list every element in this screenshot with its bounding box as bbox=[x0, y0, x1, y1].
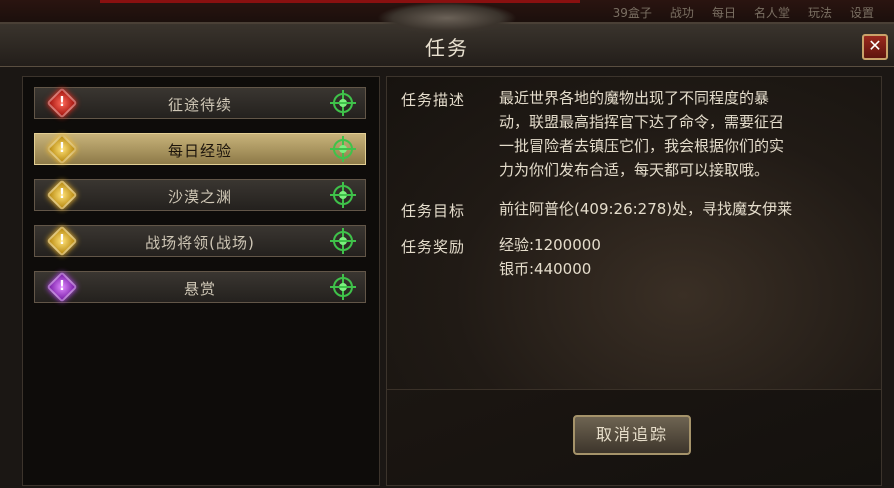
track-target-icon[interactable] bbox=[330, 274, 356, 300]
quest-item-label: 每日经验 bbox=[167, 142, 232, 160]
desc-line: 一批冒险者去镇压它们，我会根据你们的实 bbox=[499, 137, 785, 155]
target-text: 前往阿普伦(409:26:278)处，寻找魔女伊莱 bbox=[499, 200, 793, 218]
quest-item-daily-exp[interactable]: ! 每日经验 bbox=[34, 133, 366, 165]
quest-item-label: 战场将领(战场) bbox=[145, 234, 255, 252]
track-target-icon[interactable] bbox=[330, 90, 356, 116]
quest-item-label: 沙漠之渊 bbox=[167, 188, 232, 206]
hud-menu-settings[interactable]: 设置 bbox=[850, 4, 874, 21]
hud-menu-gameplay[interactable]: 玩法 bbox=[808, 4, 832, 21]
quest-detail-panel: 任务描述 最近世界各地的魔物出现了不同程度的暴 动，联盟最高指挥官下达了命令，需… bbox=[386, 76, 882, 486]
quest-item-label: 悬赏 bbox=[183, 280, 216, 298]
target-label: 任务目标 bbox=[401, 202, 466, 220]
quest-item-journey[interactable]: ! 征途待续 bbox=[34, 87, 366, 119]
track-target-icon[interactable] bbox=[330, 136, 356, 162]
hud-menu-daily[interactable]: 每日 bbox=[712, 4, 736, 21]
quest-detail-box: 任务描述 最近世界各地的魔物出现了不同程度的暴 动，联盟最高指挥官下达了命令，需… bbox=[387, 77, 881, 390]
cancel-tracking-button[interactable]: 取消追踪 bbox=[573, 415, 691, 455]
quest-list: ! 征途待续 ! 每日经验 ! 沙漠之渊 ! 战场将领(战场) ! 悬赏 bbox=[22, 76, 380, 486]
desc-text: 最近世界各地的魔物出现了不同程度的暴 动，联盟最高指挥官下达了命令，需要征召 一… bbox=[499, 86, 845, 182]
track-target-icon[interactable] bbox=[330, 228, 356, 254]
hud-menu: 39盒子 战功 每日 名人堂 玩法 设置 bbox=[613, 4, 874, 21]
quest-item-battlefield-general[interactable]: ! 战场将领(战场) bbox=[34, 225, 366, 257]
hud-menu-hall-of-fame[interactable]: 名人堂 bbox=[754, 4, 790, 21]
window-titlebar: 任务 ✕ bbox=[0, 2, 894, 67]
desc-line: 力为你们发布合适，每天都可以接取哦。 bbox=[499, 161, 770, 179]
desc-line: 最近世界各地的魔物出现了不同程度的暴 bbox=[499, 89, 770, 107]
skull-ornament bbox=[377, 2, 517, 34]
quest-item-desert-abyss[interactable]: ! 沙漠之渊 bbox=[34, 179, 366, 211]
desc-label: 任务描述 bbox=[401, 91, 466, 109]
track-target-icon[interactable] bbox=[330, 182, 356, 208]
reward-text: 经验:1200000 银币:440000 bbox=[499, 233, 845, 281]
reward-silver: 银币:440000 bbox=[499, 260, 592, 278]
desc-line: 动，联盟最高指挥官下达了命令，需要征召 bbox=[499, 113, 785, 131]
quest-item-bounty[interactable]: ! 悬赏 bbox=[34, 271, 366, 303]
close-button[interactable]: ✕ bbox=[862, 34, 888, 60]
quest-window: 任务 ✕ ! 征途待续 ! 每日经验 ! 沙漠之渊 ! 战场将领(战场) ! 悬… bbox=[0, 2, 894, 488]
quest-item-label: 征途待续 bbox=[167, 96, 232, 114]
hud-menu-box[interactable]: 39盒子 bbox=[613, 4, 652, 21]
reward-exp: 经验:1200000 bbox=[499, 236, 601, 254]
window-title: 任务 bbox=[425, 36, 469, 60]
hud-menu-merit[interactable]: 战功 bbox=[670, 4, 694, 21]
reward-label: 任务奖励 bbox=[401, 238, 466, 256]
